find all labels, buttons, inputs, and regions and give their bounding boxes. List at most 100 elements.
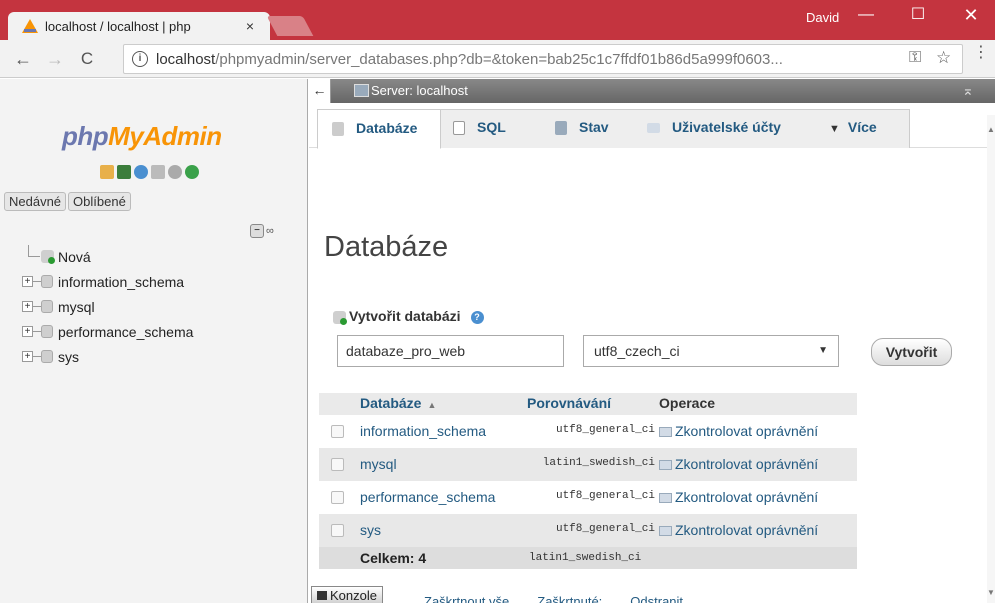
tab-user-accounts[interactable]: Uživatelské účty: [629, 109, 811, 148]
table-row: information_schema utf8_general_ci Zkont…: [319, 415, 857, 448]
logout-icon[interactable]: [117, 164, 131, 179]
tab-sql[interactable]: SQL: [441, 109, 535, 148]
recent-tab-button[interactable]: Nedávné: [4, 192, 67, 211]
check-privileges-label: Zkontrolovat oprávnění: [675, 456, 819, 472]
tab-label: Více: [847, 119, 877, 135]
logo-myadmin: MyAdmin: [108, 121, 222, 151]
create-database-label: Vytvořit databázi?: [333, 308, 484, 325]
phpmyadmin-logo[interactable]: phpMyAdmin: [62, 121, 222, 152]
database-collation: utf8_general_ci: [555, 490, 655, 502]
quick-links: [100, 163, 202, 181]
database-link[interactable]: performance_schema: [360, 489, 495, 505]
browser-user-name[interactable]: David: [806, 10, 839, 25]
site-info-icon[interactable]: i: [132, 51, 148, 67]
expand-icon[interactable]: +: [22, 351, 33, 362]
check-privileges-label: Zkontrolovat oprávnění: [675, 522, 819, 538]
expand-icon[interactable]: +: [22, 326, 33, 337]
tree-item-label[interactable]: performance_schema: [58, 324, 193, 340]
row-checkbox[interactable]: [331, 524, 344, 537]
total-collation: latin1_swedish_ci: [529, 552, 642, 564]
tree-connector: [33, 306, 41, 307]
browser-toolbar: ← → C i localhost/phpmyadmin/server_data…: [0, 40, 995, 78]
collation-select[interactable]: utf8_czech_ci ▼: [583, 335, 839, 367]
tree-item-label[interactable]: Nová: [58, 249, 91, 265]
console-toggle-button[interactable]: Konzole: [311, 586, 383, 603]
sort-ascending-icon[interactable]: ▲: [427, 400, 436, 410]
main-tabs: Databáze SQL Stav Uživatelské účty ▼ Více: [309, 103, 995, 149]
collapse-all-icon[interactable]: −: [250, 223, 264, 238]
documentation-icon[interactable]: [151, 164, 165, 179]
scroll-up-icon[interactable]: ▲: [987, 125, 995, 134]
database-icon: [41, 300, 53, 313]
header-collation[interactable]: Porovnávání: [527, 395, 611, 411]
create-database-button[interactable]: Vytvořit: [871, 338, 952, 366]
phpmyadmin-favicon-icon: [22, 19, 38, 33]
tree-connector: [33, 281, 41, 282]
expand-icon[interactable]: +: [22, 301, 33, 312]
row-checkbox[interactable]: [331, 491, 344, 504]
reload-navigation-icon[interactable]: [185, 164, 199, 179]
table-row: mysql latin1_swedish_ci Zkontrolovat opr…: [319, 448, 857, 481]
tab-label: Databáze: [356, 120, 418, 136]
browser-tab[interactable]: localhost / localhost | php ×: [8, 12, 270, 40]
settings-gear-icon[interactable]: [168, 164, 182, 179]
check-privileges-link[interactable]: Zkontrolovat oprávnění: [659, 522, 818, 538]
help-icon[interactable]: ?: [470, 310, 484, 324]
tab-status[interactable]: Stav: [535, 109, 629, 148]
row-checkbox[interactable]: [331, 425, 344, 438]
link-with-main-icon[interactable]: ∞: [266, 225, 274, 237]
check-privileges-label: Zkontrolovat oprávnění: [675, 489, 819, 505]
check-privileges-link[interactable]: Zkontrolovat oprávnění: [659, 489, 818, 505]
tree-controls: − ∞: [250, 222, 274, 240]
scroll-top-icon[interactable]: ⌅: [962, 82, 974, 99]
back-arrow-icon[interactable]: ←: [12, 49, 34, 69]
server-breadcrumb: ← Server: localhost ⌅: [309, 79, 995, 103]
database-link[interactable]: sys: [360, 522, 381, 538]
check-privileges-link[interactable]: Zkontrolovat oprávnění: [659, 423, 818, 439]
tree-item-label[interactable]: information_schema: [58, 274, 184, 290]
server-link[interactable]: Server: localhost: [371, 83, 468, 98]
chevron-down-icon: ▼: [818, 345, 828, 356]
collapse-navigation-icon[interactable]: ←: [309, 79, 331, 103]
tree-branch-line: [28, 245, 40, 257]
check-privileges-link[interactable]: Zkontrolovat oprávnění: [659, 456, 818, 472]
row-checkbox[interactable]: [331, 458, 344, 471]
browser-titlebar: localhost / localhost | php × David — ☐ …: [0, 0, 995, 40]
reload-icon[interactable]: C: [76, 49, 98, 69]
url-text[interactable]: localhost/phpmyadmin/server_databases.ph…: [156, 51, 783, 68]
close-window-icon[interactable]: ✕: [948, 0, 994, 32]
page-scrollbar[interactable]: ▲ ▼: [987, 115, 995, 603]
check-privileges-label: Zkontrolovat oprávnění: [675, 423, 819, 439]
tree-item-label[interactable]: mysql: [58, 299, 95, 315]
forward-arrow-icon[interactable]: →: [44, 49, 66, 69]
database-name-input[interactable]: [337, 335, 564, 367]
expand-icon[interactable]: +: [22, 276, 33, 287]
database-link[interactable]: mysql: [360, 456, 397, 472]
tab-close-icon[interactable]: ×: [241, 17, 259, 35]
browser-menu-icon[interactable]: ⋮: [973, 45, 989, 61]
key-icon[interactable]: ⚿: [909, 49, 921, 67]
tab-databases[interactable]: Databáze: [317, 109, 441, 149]
maximize-icon[interactable]: ☐: [895, 0, 941, 32]
help-docs-icon[interactable]: [134, 164, 148, 179]
page-title: Databáze: [324, 231, 449, 263]
server-icon: [354, 84, 369, 97]
logo-php: php: [62, 121, 109, 151]
check-all-link[interactable]: Zaškrtnout vše: [424, 594, 509, 603]
header-database[interactable]: Databáze ▲: [360, 395, 436, 411]
minimize-icon[interactable]: —: [843, 0, 889, 32]
address-bar[interactable]: i localhost/phpmyadmin/server_databases.…: [123, 44, 963, 74]
tab-more[interactable]: ▼ Více: [811, 109, 910, 148]
new-tab-button[interactable]: [266, 16, 314, 36]
home-icon[interactable]: [100, 164, 114, 179]
database-link[interactable]: information_schema: [360, 423, 486, 439]
favorites-tab-button[interactable]: Oblíbené: [68, 192, 131, 211]
database-collation: utf8_general_ci: [555, 424, 655, 436]
console-bar: Konzole Zaškrtnout vše Zaškrtnuté: Odstran…: [309, 584, 995, 603]
users-icon: [647, 123, 660, 134]
sql-icon: [453, 121, 465, 136]
bookmark-star-icon[interactable]: ☆: [936, 48, 951, 68]
scroll-down-icon[interactable]: ▼: [987, 588, 995, 597]
tree-item-label[interactable]: sys: [58, 349, 79, 365]
delete-selected-link[interactable]: Odstranit: [630, 594, 683, 603]
